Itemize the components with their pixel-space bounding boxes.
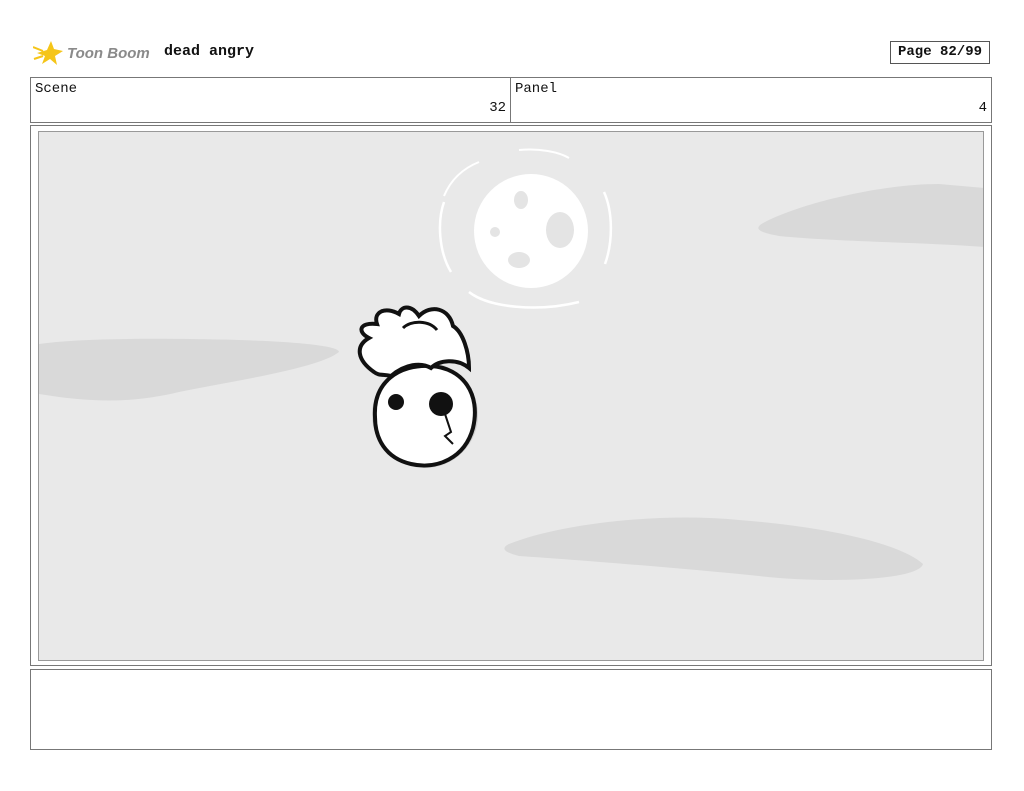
page-number: Page 82/99 [890, 41, 990, 64]
logo-text: Toon Boom [67, 45, 150, 62]
scene-label: Scene [35, 81, 78, 97]
panel-label: Panel [515, 81, 558, 97]
panel-number: 4 [978, 100, 987, 116]
scene-number: 32 [489, 100, 506, 116]
toon-boom-logo: Toon Boom [33, 37, 158, 69]
cloud-left [39, 338, 339, 401]
cloud-right [758, 184, 983, 247]
panel-notes [30, 669, 992, 750]
scene-panel-row: Scene 32 Panel 4 [30, 77, 992, 123]
scene-cell: Scene 32 [31, 78, 511, 122]
panel-artwork [38, 131, 984, 661]
logo-star-icon [33, 41, 63, 65]
cloud-bottom [504, 517, 923, 580]
project-title: dead angry [164, 43, 255, 60]
moon-icon [438, 148, 613, 309]
character-head-drawing [357, 305, 478, 468]
panel-cell: Panel 4 [511, 78, 991, 122]
